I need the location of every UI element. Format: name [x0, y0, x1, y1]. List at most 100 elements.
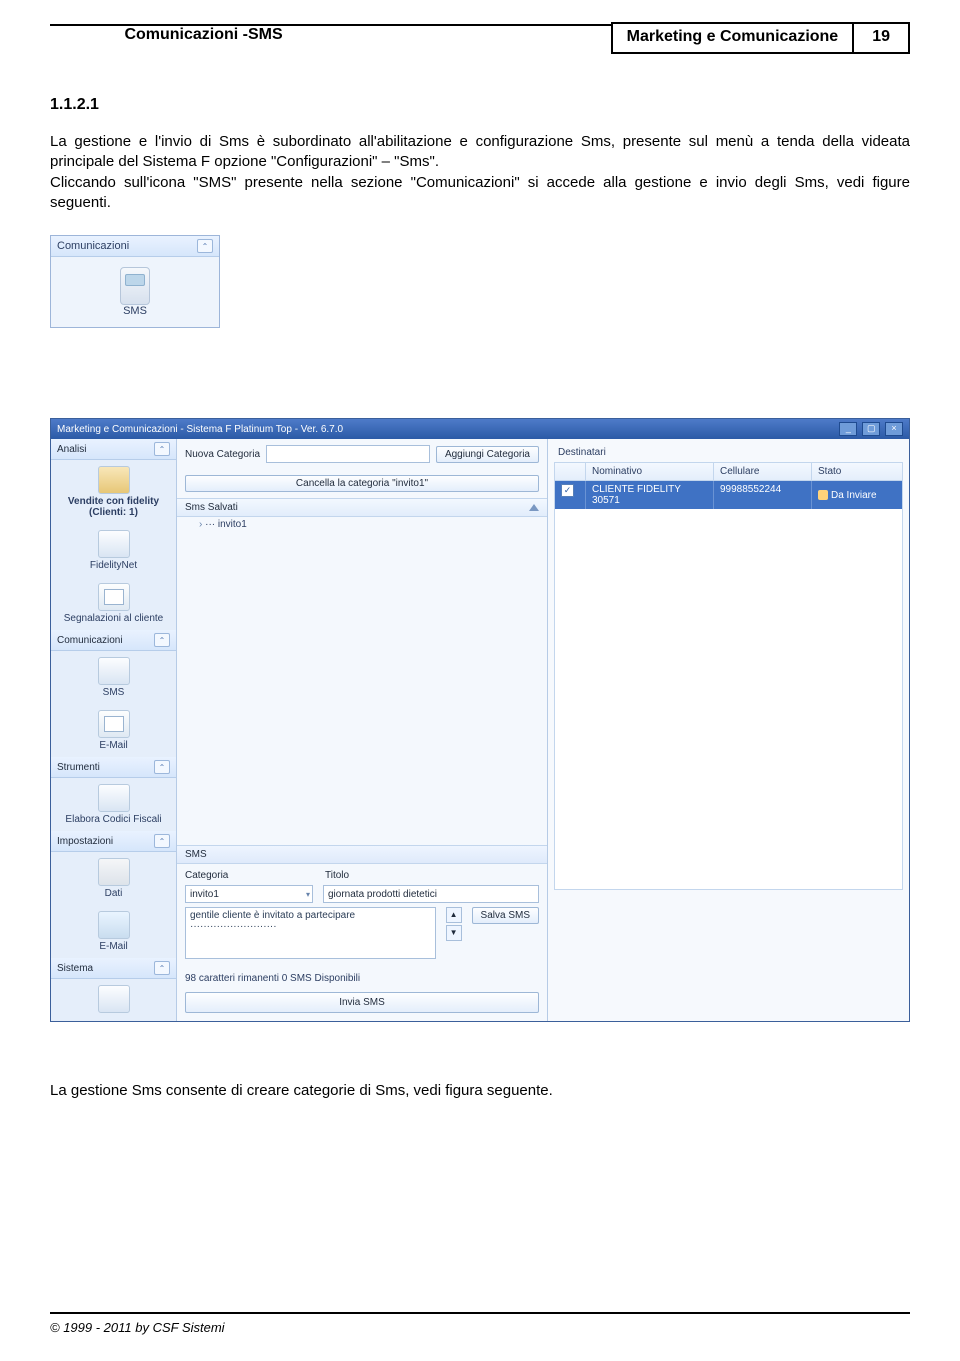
chevron-up-icon[interactable]: ⌃ — [154, 760, 170, 774]
app-titlebar: Marketing e Comunicazioni - Sistema F Pl… — [51, 419, 909, 439]
middle-column: Nuova Categoria Aggiungi Categoria Cance… — [177, 439, 548, 1021]
panel-body: SMS — [51, 257, 219, 327]
sidebar-item-codici[interactable]: Elabora Codici Fiscali — [51, 778, 176, 831]
send-row: Invia SMS — [185, 992, 539, 1013]
chevron-up-icon[interactable]: ⌃ — [197, 239, 213, 253]
list-empty-area — [177, 532, 547, 845]
minimize-icon[interactable]: _ — [839, 422, 857, 436]
figure-comunicazioni-panel: Comunicazioni ⌃ SMS — [50, 235, 220, 328]
sidebar-group-sistema: Sistema ⌃ — [51, 958, 176, 1021]
col-nominativo[interactable]: Nominativo — [586, 463, 714, 480]
sidebar-item-fidelitynet[interactable]: FidelityNet — [51, 524, 176, 577]
sms-phone-icon — [98, 657, 130, 685]
new-category-row: Nuova Categoria Aggiungi Categoria — [177, 439, 547, 469]
list-item[interactable]: › ··· invito1 — [177, 517, 547, 532]
chevron-down-icon: ▾ — [306, 890, 310, 899]
close-icon[interactable]: × — [885, 422, 903, 436]
grid-cell-checkbox[interactable]: ✓ — [555, 481, 586, 509]
group-header-comunicazioni[interactable]: Comunicazioni ⌃ — [51, 630, 176, 651]
header-box: Marketing e Comunicazione 19 — [611, 22, 910, 54]
people-icon — [98, 466, 130, 494]
grid-cell-stato-text: Da Inviare — [831, 490, 877, 501]
aggiungi-categoria-button[interactable]: Aggiungi Categoria — [436, 446, 539, 463]
cancel-category-row: Cancella la categoria "invito1" — [177, 469, 547, 498]
sidebar-item-sms[interactable]: SMS — [51, 651, 176, 704]
group-header-analisi[interactable]: Analisi ⌃ — [51, 439, 176, 460]
envelope-icon — [98, 710, 130, 738]
chevron-up-icon[interactable]: ⌃ — [154, 442, 170, 456]
header-title: Marketing e Comunicazione — [611, 22, 855, 54]
col-stato[interactable]: Stato — [812, 463, 902, 480]
group-title: Impostazioni — [57, 836, 113, 847]
section-number: 1.1.2.1 — [50, 96, 120, 114]
sort-asc-icon[interactable] — [529, 504, 539, 511]
invia-sms-button[interactable]: Invia SMS — [185, 992, 539, 1013]
sidebar: Analisi ⌃ Vendite con fidelity (Clienti:… — [51, 439, 177, 1021]
group-header-strumenti[interactable]: Strumenti ⌃ — [51, 757, 176, 778]
panel-header[interactable]: Comunicazioni ⌃ — [51, 236, 219, 257]
drive-icon — [98, 911, 130, 939]
window-controls: _ ▢ × — [837, 422, 903, 436]
sms-phone-icon[interactable] — [120, 267, 150, 305]
grid-cell-nominativo: CLIENTE FIDELITY 30571 — [586, 481, 714, 509]
categoria-dropdown[interactable]: invito1 ▾ — [185, 885, 313, 903]
right-column: Destinatari Nominativo Cellulare Stato ✓… — [548, 439, 909, 1021]
tool-icon — [98, 784, 130, 812]
titolo-label: Titolo — [325, 870, 349, 881]
col-cellulare[interactable]: Cellulare — [714, 463, 812, 480]
figure-app-window: Marketing e Comunicazioni - Sistema F Pl… — [50, 418, 910, 1022]
categoria-label: Categoria — [185, 870, 315, 881]
destinatari-grid: Nominativo Cellulare Stato ✓ CLIENTE FID… — [554, 462, 903, 890]
sidebar-item-label: E-Mail — [53, 941, 174, 952]
chevron-up-icon[interactable]: ⌃ — [154, 633, 170, 647]
titolo-input[interactable]: giornata prodotti dietetici — [323, 885, 539, 903]
group-header-impostazioni[interactable]: Impostazioni ⌃ — [51, 831, 176, 852]
grid-row[interactable]: ✓ CLIENTE FIDELITY 30571 99988552244 Da … — [555, 481, 902, 509]
sidebar-item-label: SMS — [53, 687, 174, 698]
sms-salvati-header[interactable]: Sms Salvati — [177, 498, 547, 517]
footer-text: © 1999 - 2011 by CSF Sistemi — [50, 1320, 910, 1335]
sidebar-item-label: Dati — [53, 888, 174, 899]
list-header-label: Sms Salvati — [185, 502, 238, 513]
sidebar-item-label: Vendite con fidelity (Clienti: 1) — [53, 496, 174, 518]
sms-status-text: 98 caratteri rimanenti 0 SMS Disponibili — [177, 969, 547, 988]
panel-title: Comunicazioni — [57, 240, 129, 252]
paragraph-3: La gestione Sms consente di creare categ… — [50, 1082, 910, 1099]
sidebar-group-strumenti: Strumenti ⌃ Elabora Codici Fiscali — [51, 757, 176, 831]
checkbox-checked-icon[interactable]: ✓ — [561, 484, 574, 497]
categoria-value: invito1 — [190, 889, 219, 900]
header-rule: Marketing e Comunicazione 19 — [50, 24, 910, 26]
chevron-up-icon[interactable]: ⌃ — [154, 961, 170, 975]
sidebar-item-vendite[interactable]: Vendite con fidelity (Clienti: 1) — [51, 460, 176, 524]
sidebar-item-label: Elabora Codici Fiscali — [53, 814, 174, 825]
sidebar-item-email[interactable]: E-Mail — [51, 704, 176, 757]
sms-form: Categoria Titolo invito1 ▾ giornata prod… — [177, 864, 547, 969]
grid-empty-area — [555, 509, 902, 889]
group-header-sistema[interactable]: Sistema ⌃ — [51, 958, 176, 979]
page-footer: © 1999 - 2011 by CSF Sistemi — [50, 1312, 910, 1335]
sms-body-textarea[interactable]: gentile cliente è invitato a partecipare… — [185, 907, 436, 959]
maximize-icon[interactable]: ▢ — [862, 422, 880, 436]
cancella-categoria-button[interactable]: Cancella la categoria "invito1" — [185, 475, 539, 492]
group-title: Comunicazioni — [57, 635, 123, 646]
alert-mail-icon — [98, 583, 130, 611]
sidebar-item-impost-email[interactable]: E-Mail — [51, 905, 176, 958]
spin-up-icon[interactable]: ▲ — [446, 907, 462, 923]
sidebar-group-comunicazioni: Comunicazioni ⌃ SMS E-Mail — [51, 630, 176, 757]
salva-sms-button[interactable]: Salva SMS — [472, 907, 539, 924]
sidebar-item-label: FidelityNet — [53, 560, 174, 571]
sidebar-item-segnalazioni[interactable]: Segnalazioni al cliente — [51, 577, 176, 630]
nuova-categoria-input[interactable] — [266, 445, 430, 463]
group-title: Analisi — [57, 444, 86, 455]
nuova-categoria-label: Nuova Categoria — [185, 449, 260, 460]
computer-icon — [98, 985, 130, 1013]
col-checkbox[interactable] — [555, 463, 586, 480]
sidebar-item-dati[interactable]: Dati — [51, 852, 176, 905]
destinatari-title: Destinatari — [548, 439, 909, 462]
header-page-number: 19 — [854, 22, 910, 54]
footer-rule — [50, 1312, 910, 1314]
chevron-up-icon[interactable]: ⌃ — [154, 834, 170, 848]
sidebar-item-sistema[interactable] — [51, 979, 176, 1021]
spin-down-icon[interactable]: ▼ — [446, 925, 462, 941]
group-title: Strumenti — [57, 762, 100, 773]
